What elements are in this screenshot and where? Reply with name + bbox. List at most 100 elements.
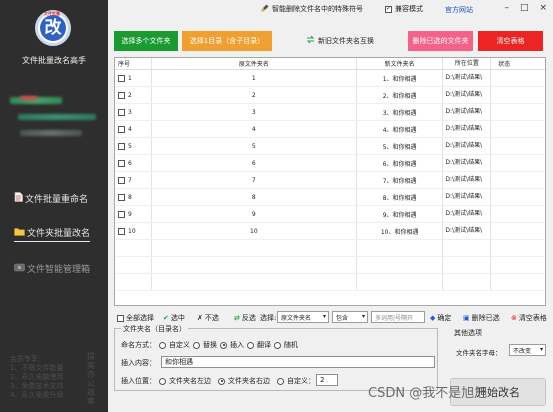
naming-mode-row: 命名方式： 自定义 替换 插入 翻译 随机 [121,340,298,350]
table-row[interactable]: 5 5 5、和你相遇 D:\测试\结果\ [115,138,545,155]
choose-field-select[interactable]: 原文件夹名 ▾ [277,311,329,323]
custom-position-input[interactable]: 2 [316,374,338,386]
insert-content-label: 插入内容： [121,359,156,367]
radio-replace[interactable] [193,341,200,349]
filter-input[interactable]: 多词用|号隔开 [371,311,425,323]
uncheck-label: 不选 [204,314,219,322]
radio-random[interactable] [274,341,281,349]
insert-content-input[interactable]: 和你相遇 [161,356,435,368]
letter-case-value: 不改变 [513,347,532,355]
check-button[interactable]: ✔ 选中 [163,313,185,323]
swap-names-button[interactable]: 新旧文件夹名互换 [306,35,374,46]
row-status [491,206,545,222]
row-new-name: 9、和你相遇 [357,206,444,222]
select-folders-button[interactable]: 选择多个文件夹 [114,31,178,51]
promo-slogan: 提高办公效率 [87,352,95,406]
radio-insert[interactable] [220,341,227,349]
row-new-name: 5、和你相遇 [357,138,444,154]
insert-position-row: 插入位置： 文件夹名左边 文件夹名右边 自定义： [121,376,315,386]
invert-button[interactable]: ⇄ 反选 [234,313,256,323]
delete-checked-button[interactable]: ▣ 删除已选 [463,313,500,323]
row-checkbox[interactable] [118,227,125,235]
row-seq: 6 [128,159,132,167]
select-all-checkbox[interactable]: 全部选择 [117,313,154,323]
row-seq: 2 [128,91,132,99]
row-seq: 1 [128,74,132,82]
radio-right[interactable] [218,377,225,385]
confirm-button[interactable]: ◆ 确定 [430,313,451,323]
row-checkbox[interactable] [118,142,125,150]
radio-custom-position[interactable] [277,377,284,385]
row-seq-cell: 3 [115,104,152,120]
row-new-name: 6、和你相遇 [357,155,444,171]
nav-smart-manager[interactable]: 文件智能管理箱 [14,262,90,275]
chevron-down-icon: ▾ [361,313,365,320]
radio-custom[interactable] [159,341,166,349]
strip-special-chars-label: 智能删除文件名中的特殊符号 [272,5,363,13]
row-checkbox[interactable] [118,210,125,218]
clear-table-small-button[interactable]: ⊗ 清空表格 [511,313,547,323]
strip-special-chars-option[interactable]: 智能删除文件名中的特殊符号 [261,4,363,14]
row-status [491,138,545,154]
nav-smart-manager-label: 文件智能管理箱 [27,265,91,275]
table-row[interactable]: 1 1 1、和你相遇 D:\测试\结果\ [115,70,545,87]
compat-mode-checkbox[interactable]: ✓ 兼容模式 [385,4,423,14]
select-directory-button[interactable]: 选择1目录（含子目录） [182,31,272,51]
match-mode-select[interactable]: 包含 ▾ [332,311,368,323]
nav-folder-rename[interactable]: 文件夹批量改名 [14,226,91,242]
row-location: D:\测试\结果\ [443,87,492,103]
table-row[interactable]: 2 2 2、和你相遇 D:\测试\结果\ [115,87,545,104]
promo-line: 3、免费技术支持 [10,382,64,390]
row-checkbox[interactable] [118,74,125,82]
match-mode-value: 包含 [336,314,349,322]
table-row[interactable]: 4 4 4、和你相遇 D:\测试\结果\ [115,121,545,138]
row-seq-cell: 9 [115,206,152,222]
brush-icon [261,4,269,14]
maximize-icon[interactable]: □ [520,3,529,13]
top-bar: 智能删除文件名中的特殊符号 ✓ 兼容模式 官方网站 – □ × [108,0,553,18]
table-row[interactable]: 3 3 3、和你相遇 D:\测试\结果\ [115,104,545,121]
row-checkbox[interactable] [118,159,125,167]
table-row[interactable]: 6 6 6、和你相遇 D:\测试\结果\ [115,155,545,172]
select-all-label: 全部选择 [126,314,154,322]
table-row[interactable]: 9 9 9、和你相遇 D:\测试\结果\ [115,206,545,223]
uncheck-icon: ✗ [197,314,203,322]
radio-insert-label: 插入 [230,341,244,349]
row-location: D:\测试\结果\ [443,172,492,188]
radio-replace-label: 替换 [203,341,217,349]
close-icon[interactable]: × [539,3,547,13]
radio-translate[interactable] [247,341,254,349]
row-checkbox[interactable] [118,125,125,133]
row-location: D:\测试\结果\ [443,70,492,86]
empty-row [115,257,545,274]
table-row[interactable]: 10 10 10、和你相遇 D:\测试\结果\ [115,223,545,240]
compat-mode-label: 兼容模式 [395,5,423,13]
row-status [491,87,545,103]
official-site-link[interactable]: 官方网站 [445,5,473,15]
row-seq: 10 [128,227,136,235]
clear-table-button[interactable]: 清空表格 [478,31,543,51]
row-checkbox[interactable] [118,91,125,99]
row-seq: 3 [128,108,132,116]
row-checkbox[interactable] [118,176,125,184]
uncheck-button[interactable]: ✗ 不选 [197,313,219,323]
row-status [491,155,545,171]
sidebar: 文件批量 改 文件批量改名高手 文件批量重命名 文件夹批量改名 文件智能管理箱 … [0,0,108,412]
table-row[interactable]: 8 8 8、和你相遇 D:\测试\结果\ [115,189,545,206]
letter-case-label: 文件夹名字母： [456,349,502,357]
row-old-name: 3 [152,104,357,120]
row-seq: 9 [128,210,132,218]
row-checkbox[interactable] [118,108,125,116]
radio-left[interactable] [159,377,166,385]
row-seq-cell: 5 [115,138,152,154]
nav-file-rename[interactable]: 文件批量重命名 [14,192,88,205]
row-new-name: 7、和你相遇 [357,172,444,188]
table-row[interactable]: 7 7 7、和你相遇 D:\测试\结果\ [115,172,545,189]
minimize-icon[interactable]: – [504,3,509,13]
letter-case-select[interactable]: 不改变 ▾ [509,344,546,356]
row-status [491,189,545,205]
delete-selected-folders-button[interactable]: 删除已选的文件夹 [408,31,473,51]
row-checkbox[interactable] [118,193,125,201]
header-old-name: 原文件夹名 [152,58,357,69]
blurred-account-expiry [20,130,82,136]
